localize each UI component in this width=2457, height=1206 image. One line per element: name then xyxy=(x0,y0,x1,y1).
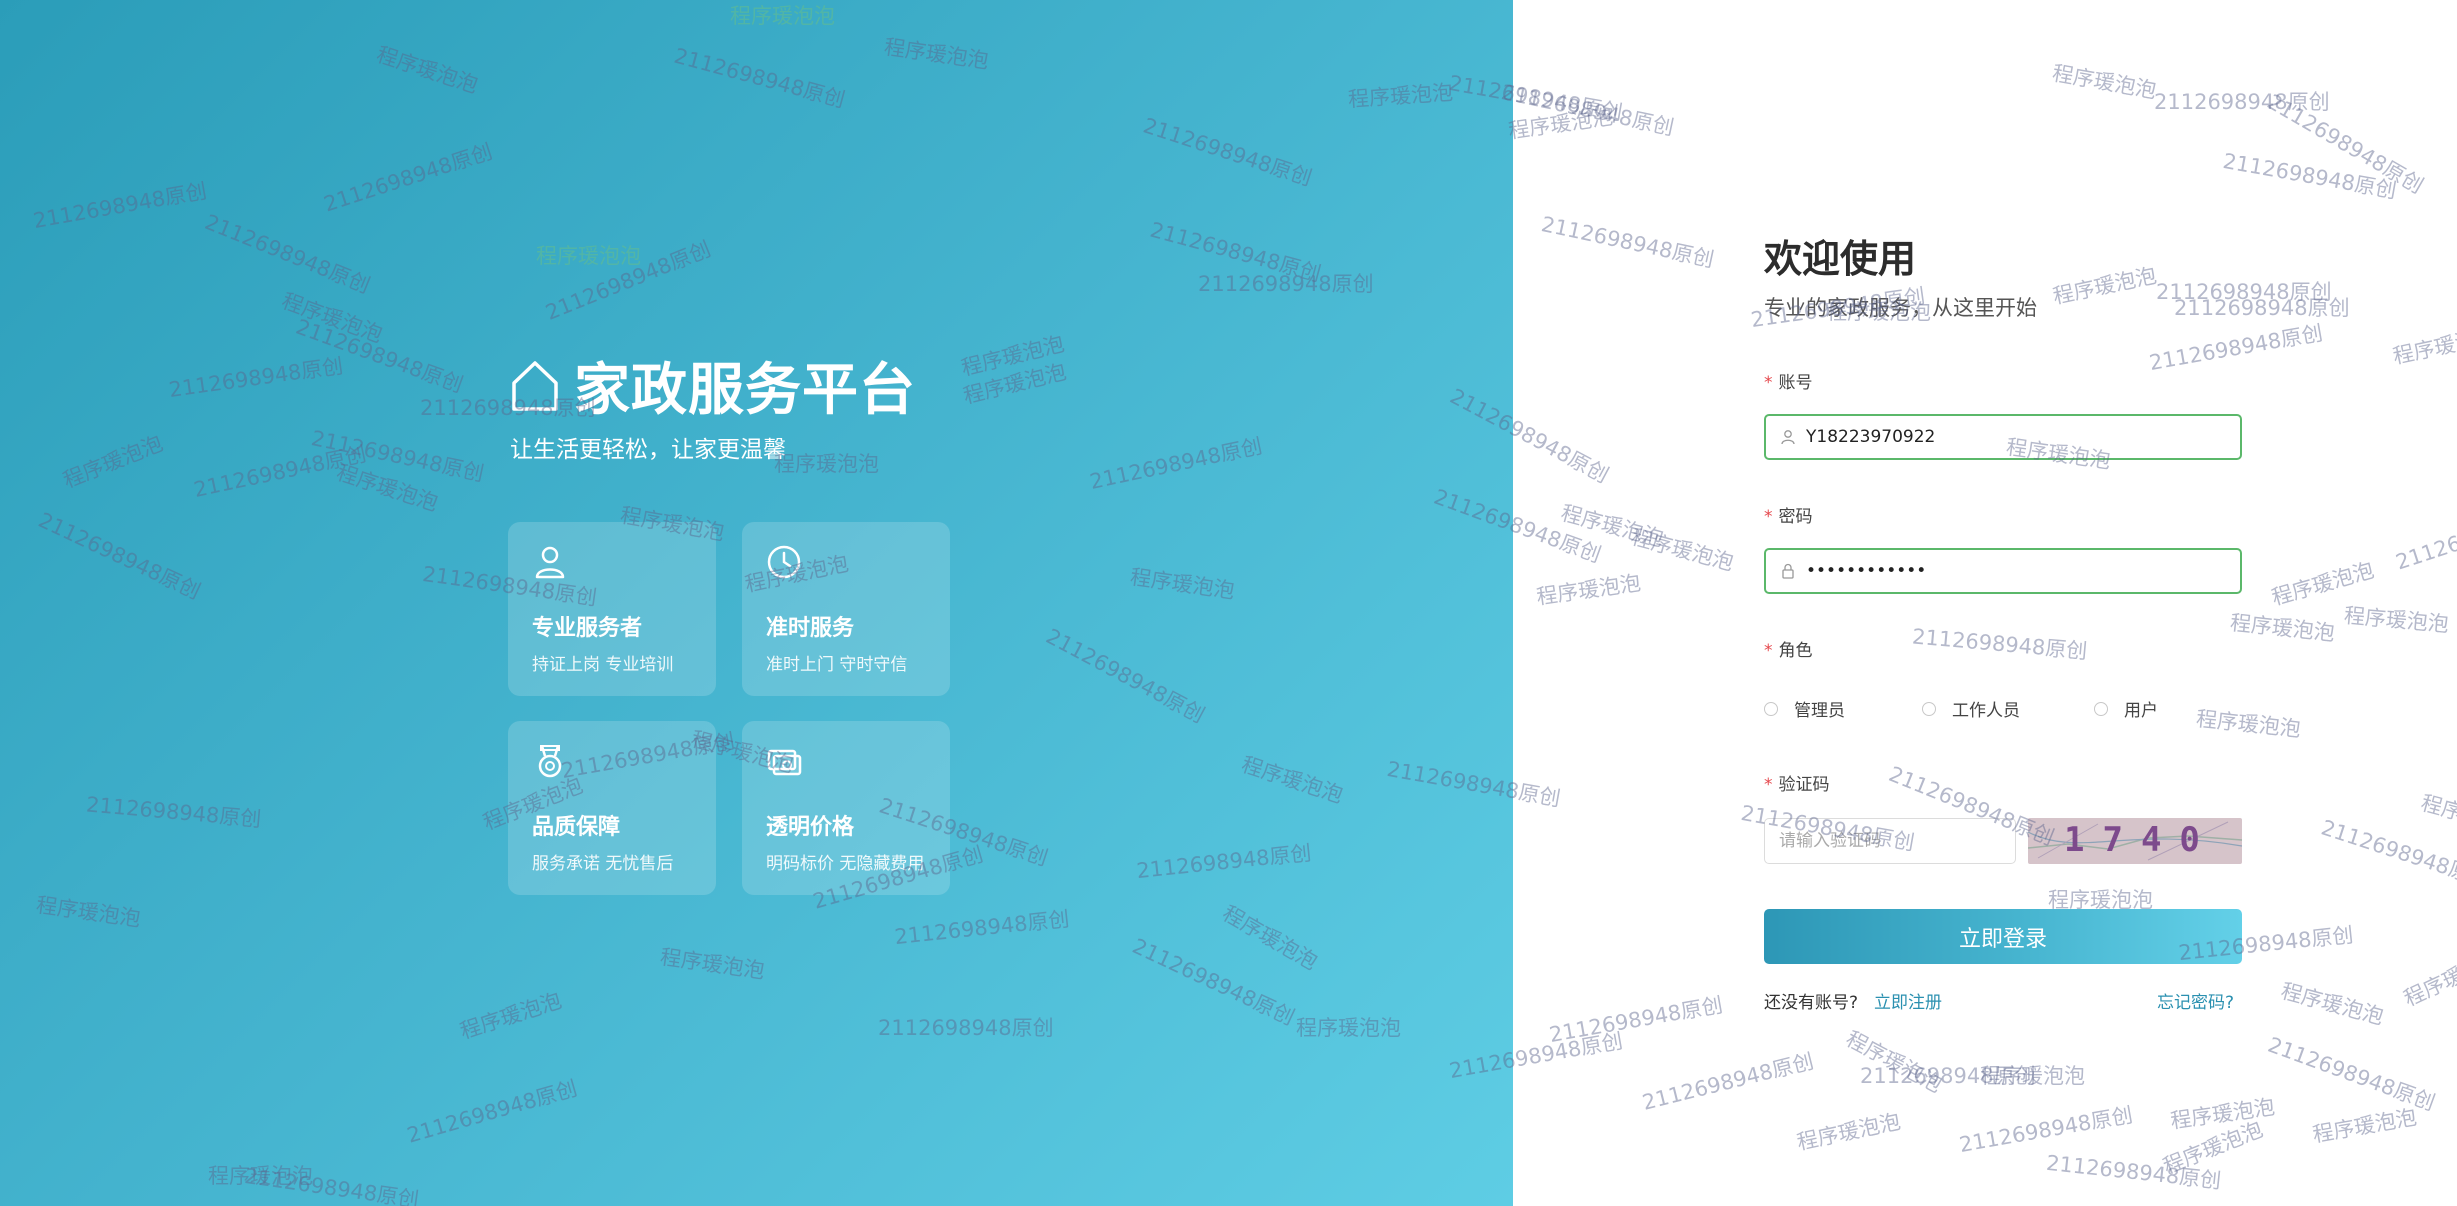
money-icon xyxy=(767,749,802,776)
role-label: * 角色 xyxy=(1764,636,1813,661)
feature-card-professional: 专业服务者 持证上岗 专业培训 xyxy=(508,522,716,696)
feature-card-quality: 品质保障 服务承诺 无忧售后 xyxy=(508,721,716,895)
captcha-image[interactable]: 1740 xyxy=(2028,818,2242,864)
feature-desc: 准时上门 守时守信 xyxy=(766,655,908,675)
feature-desc: 持证上岗 专业培训 xyxy=(532,655,674,675)
password-field[interactable] xyxy=(1764,548,2242,594)
person-icon xyxy=(535,546,565,579)
platform-title: 家政服务平台 xyxy=(574,358,916,423)
radio-circle[interactable] xyxy=(1922,701,1936,716)
platform-slogan: 让生活更轻松，让家更温馨 xyxy=(510,437,786,463)
welcome-title: 欢迎使用 xyxy=(1764,237,1917,281)
home-icon xyxy=(512,360,558,411)
feature-card-punctual: 准时服务 准时上门 守时守信 xyxy=(742,522,950,696)
captcha-label: * 验证码 xyxy=(1764,770,1830,795)
forgot-password-link[interactable]: 忘记密码? xyxy=(2157,988,2234,1013)
feature-title: 专业服务者 xyxy=(532,616,643,641)
role-label-text: 角色 xyxy=(1778,641,1813,661)
captcha-label-text: 验证码 xyxy=(1778,775,1830,795)
brand: 家政服务平台 xyxy=(510,345,916,426)
radio-label: 工作人员 xyxy=(1952,701,2020,721)
hero-panel: 家政服务平台 让生活更轻松，让家更温馨 专业服务者 持证上岗 专业培训 准时服务… xyxy=(0,0,1513,1206)
password-label-text: 密码 xyxy=(1778,507,1813,527)
account-label-text: 账号 xyxy=(1778,373,1813,393)
captcha-input[interactable] xyxy=(1764,818,2016,864)
role-radio-user[interactable]: 用户 xyxy=(2094,696,2158,721)
password-input[interactable] xyxy=(1804,549,2240,593)
feature-title: 品质保障 xyxy=(532,815,621,840)
captcha-code: 1740 xyxy=(2064,820,2218,860)
required-mark: * xyxy=(1764,507,1773,527)
login-button[interactable]: 立即登录 xyxy=(1764,909,2242,964)
radio-circle[interactable] xyxy=(2094,701,2108,716)
feature-title: 透明价格 xyxy=(766,815,855,840)
register-link[interactable]: 立即注册 xyxy=(1874,988,1942,1013)
no-account-text: 还没有账号? xyxy=(1764,993,1859,1013)
account-field[interactable] xyxy=(1764,414,2242,460)
login-panel: 欢迎使用 专业的家政服务，从这里开始 *账号 *密码 *角色 管理员 工作人员 … xyxy=(1513,0,2457,1206)
radio-circle[interactable] xyxy=(1764,701,1778,716)
account-label: * 账号 xyxy=(1764,368,1813,393)
welcome-subtitle: 专业的家政服务，从这里开始 xyxy=(1764,296,2037,320)
medal-icon xyxy=(538,745,562,778)
auth-links: 还没有账号? 立即注册 忘记密码? xyxy=(1764,988,2242,1013)
feature-card-pricing: 透明价格 明码标价 无隐藏费用 xyxy=(742,721,950,895)
feature-desc: 明码标价 无隐藏费用 xyxy=(766,854,925,874)
feature-title: 准时服务 xyxy=(766,616,855,641)
radio-label: 用户 xyxy=(2124,701,2158,721)
required-mark: * xyxy=(1764,641,1773,661)
captcha-graphic[interactable]: 1740 xyxy=(2028,818,2242,864)
lock-icon xyxy=(1782,563,1794,579)
account-input[interactable] xyxy=(1804,415,2240,459)
user-icon xyxy=(1781,430,1795,445)
password-label: * 密码 xyxy=(1764,502,1813,527)
role-radio-staff[interactable]: 工作人员 xyxy=(1922,696,2020,721)
role-radio-admin[interactable]: 管理员 xyxy=(1764,696,1845,721)
radio-label: 管理员 xyxy=(1794,701,1845,721)
clock-icon xyxy=(767,545,801,579)
feature-desc: 服务承诺 无忧售后 xyxy=(532,854,674,874)
required-mark: * xyxy=(1764,373,1773,393)
role-radio-group: 管理员 工作人员 用户 xyxy=(1764,696,2242,722)
required-mark: * xyxy=(1764,775,1773,795)
